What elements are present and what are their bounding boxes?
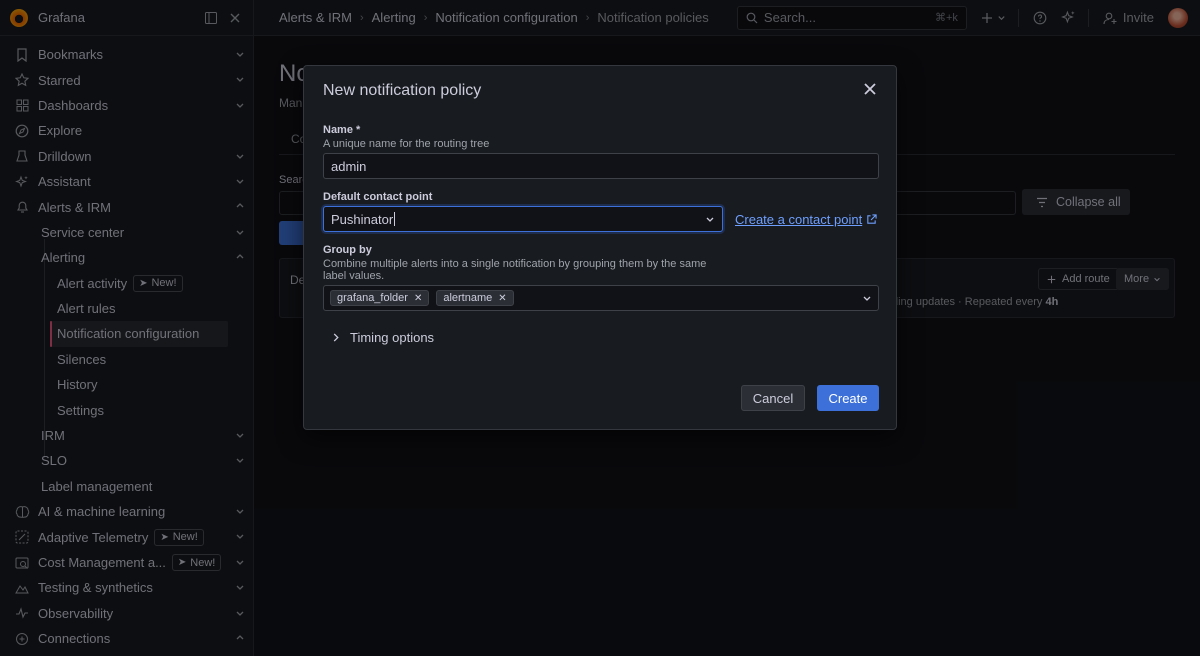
contact-point-label: Default contact point: [323, 191, 433, 203]
chevron-right-icon: [332, 333, 340, 342]
group-by-label: Group by: [323, 244, 372, 256]
timing-options-label: Timing options: [350, 330, 435, 345]
group-by-multiselect[interactable]: grafana_folder ✕ alertname ✕: [323, 285, 879, 311]
external-link-icon: [866, 214, 877, 225]
contact-point-value: Pushinator: [331, 211, 394, 227]
contact-point-select[interactable]: Pushinator: [323, 206, 723, 232]
group-chip-alertname: alertname ✕: [436, 290, 514, 306]
name-description: A unique name for the routing tree: [323, 138, 490, 150]
modal-title: New notification policy: [323, 82, 482, 99]
text-cursor: [394, 212, 396, 226]
close-icon[interactable]: [862, 81, 878, 97]
create-contact-point-label: Create a contact point: [735, 212, 863, 227]
group-chip-grafana-folder: grafana_folder ✕: [330, 290, 430, 306]
chip-label: alertname: [443, 292, 493, 304]
name-value: admin: [331, 158, 367, 174]
new-notification-policy-modal: New notification policy Name * A unique …: [303, 65, 897, 430]
create-contact-point-link[interactable]: Create a contact point: [735, 212, 877, 227]
remove-chip-icon[interactable]: ✕: [414, 293, 422, 304]
chevron-down-icon[interactable]: [862, 293, 872, 303]
name-label: Name *: [323, 124, 361, 136]
chip-label: grafana_folder: [337, 292, 408, 304]
timing-options-toggle[interactable]: Timing options: [332, 330, 434, 345]
create-button[interactable]: Create: [817, 385, 879, 411]
name-field[interactable]: admin: [323, 153, 879, 179]
cancel-button[interactable]: Cancel: [741, 385, 805, 411]
group-by-description-1: Combine multiple alerts into a single no…: [323, 258, 707, 270]
chevron-down-icon: [705, 214, 715, 224]
group-by-description-2: label values.: [323, 270, 385, 282]
remove-chip-icon[interactable]: ✕: [498, 293, 506, 304]
